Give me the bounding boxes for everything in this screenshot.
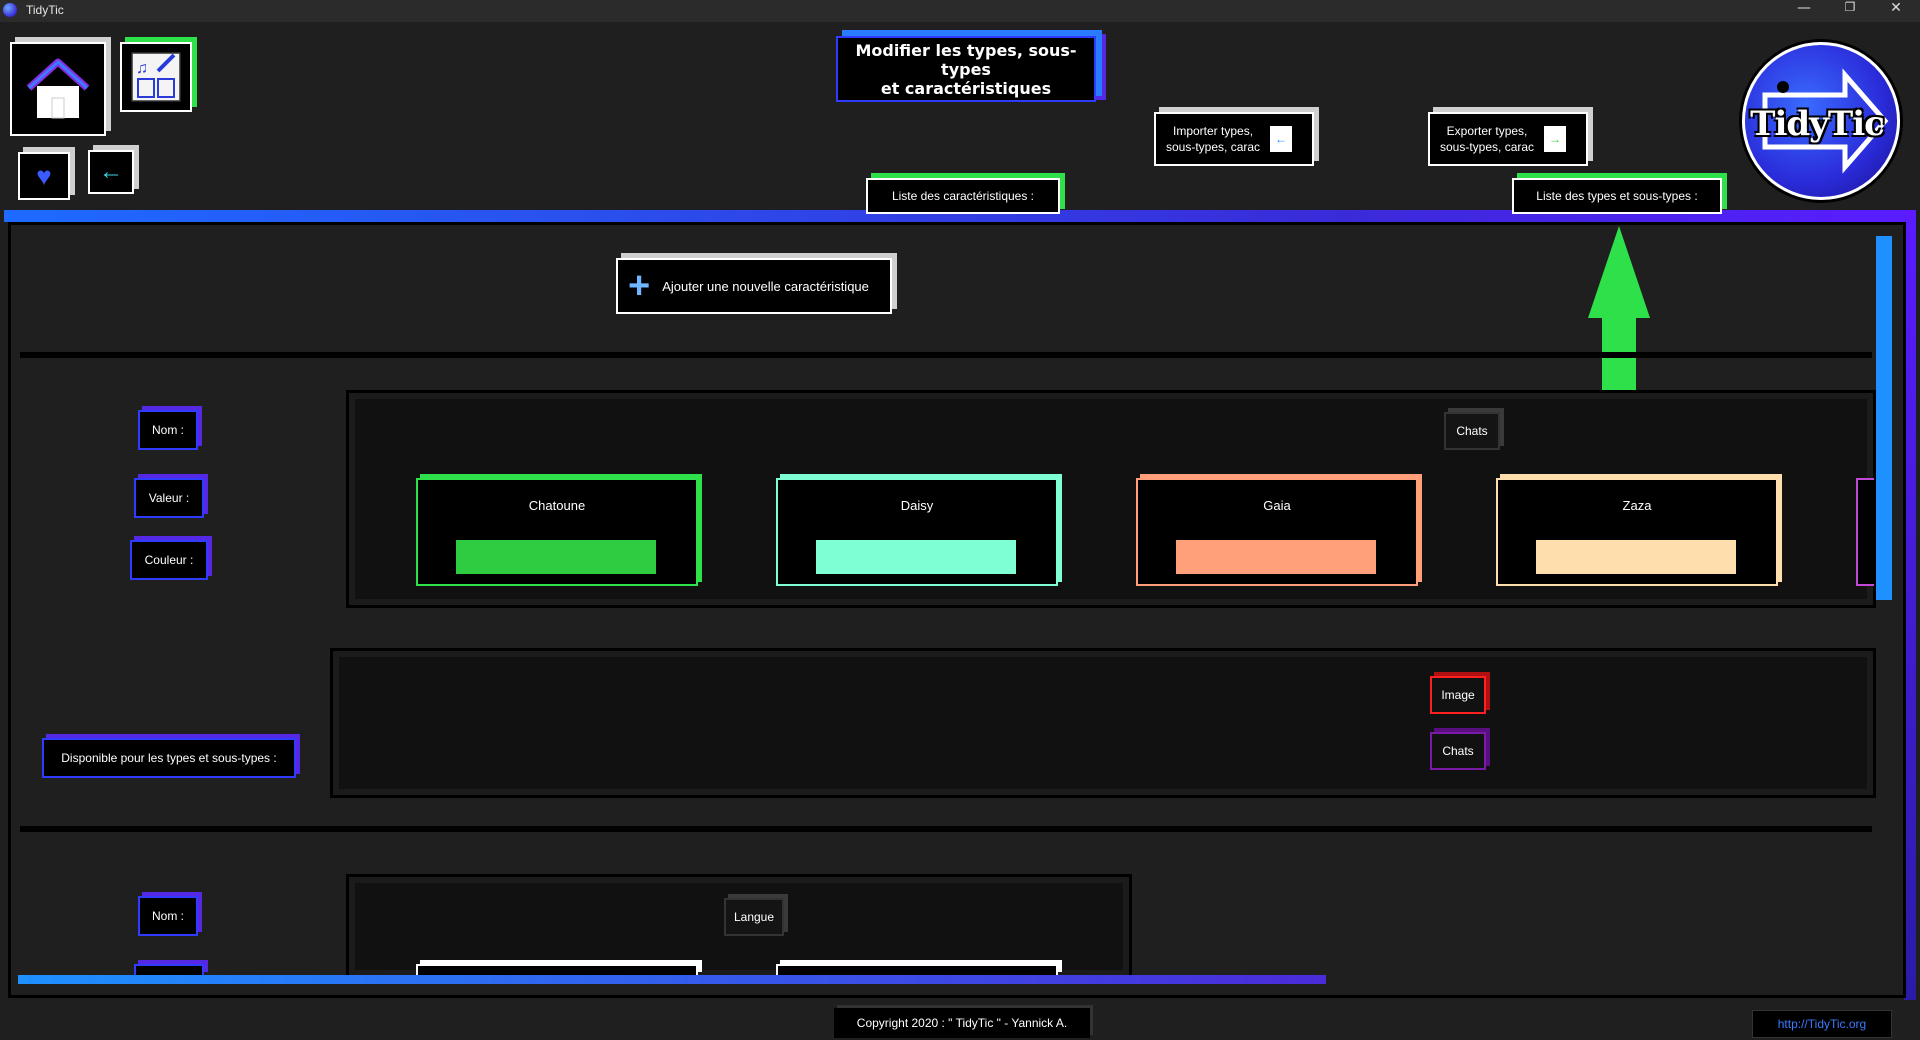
divider	[20, 826, 1872, 832]
value-color-swatch[interactable]	[1536, 540, 1736, 574]
value-card-partial[interactable]	[1856, 478, 1874, 586]
tab-types[interactable]: Liste des types et sous-types :	[1512, 178, 1722, 214]
minimize-button[interactable]: —	[1781, 0, 1827, 22]
value-name: Gaia	[1263, 498, 1291, 513]
characteristic-name[interactable]: Chats	[1444, 412, 1500, 450]
type-tag[interactable]: Image	[1430, 676, 1486, 714]
window-title: TidyTic	[26, 3, 64, 17]
close-button[interactable]: ✕	[1873, 0, 1919, 22]
restore-button[interactable]: ❐	[1827, 0, 1873, 22]
media-editor-button[interactable]: ♫	[120, 42, 192, 112]
value-card[interactable]: Gaia	[1136, 478, 1418, 586]
value-label: Valeur :	[134, 478, 204, 518]
import-label-line1: Importer types,	[1173, 124, 1254, 138]
plus-icon: +	[628, 265, 651, 307]
value-name: Chatoune	[528, 498, 586, 513]
value-card[interactable]: Zaza	[1496, 478, 1778, 586]
import-button[interactable]: Importer types, sous-types, carac ←	[1154, 112, 1314, 166]
available-types-section	[330, 648, 1876, 798]
available-for-label: Disponible pour les types et sous-types …	[42, 738, 296, 778]
value-card[interactable]: Chatoune	[416, 478, 698, 586]
website-link[interactable]: http://TidyTic.org	[1752, 1010, 1892, 1038]
export-button[interactable]: Exporter types, sous-types, carac →	[1428, 112, 1588, 166]
value-color-swatch[interactable]	[816, 540, 1016, 574]
type-tag[interactable]: Chats	[1430, 732, 1486, 770]
copyright-text: Copyright 2020 : " TidyTic " - Yannick A…	[834, 1008, 1090, 1038]
value-card[interactable]: Daisy	[776, 478, 1058, 586]
color-label: Couleur :	[130, 540, 208, 580]
window-title-bar	[0, 0, 1920, 22]
home-icon	[26, 58, 90, 119]
export-label-line2: sous-types, carac	[1440, 140, 1535, 154]
export-label-line1: Exporter types,	[1446, 124, 1528, 138]
arrow-up-icon	[1588, 226, 1650, 318]
import-file-icon: ←	[1270, 126, 1293, 152]
page-title: Modifier les types, sous-types et caract…	[836, 36, 1096, 102]
media-edit-icon: ♫	[131, 52, 181, 102]
arrow-left-icon: ←	[99, 158, 123, 185]
import-label: Importer types, sous-types, carac	[1166, 123, 1260, 155]
heart-icon: ♥	[36, 160, 52, 191]
import-label-line2: sous-types, carac	[1166, 140, 1261, 154]
divider	[20, 352, 1872, 358]
export-label: Exporter types, sous-types, carac	[1440, 123, 1534, 155]
export-file-icon: →	[1544, 126, 1567, 152]
name-label: Nom :	[138, 410, 198, 450]
add-characteristic-button[interactable]: + Ajouter une nouvelle caractéristique	[616, 258, 892, 314]
favorites-button[interactable]: ♥	[18, 152, 70, 200]
page-title-line1: Modifier les types, sous-types	[855, 40, 1077, 79]
app-icon	[3, 3, 17, 17]
back-button[interactable]: ←	[88, 150, 134, 194]
value-name: Zaza	[1622, 498, 1652, 513]
logo-text: TidyTic	[1750, 104, 1885, 144]
add-characteristic-label: Ajouter une nouvelle caractéristique	[662, 278, 869, 294]
page-title-line2: et caractéristiques	[880, 78, 1052, 98]
name-label: Nom :	[138, 896, 198, 936]
characteristic-name[interactable]: Langue	[724, 898, 784, 936]
value-name: Daisy	[900, 498, 934, 513]
vertical-scrollbar[interactable]	[1876, 236, 1892, 600]
svg-text:♫: ♫	[136, 60, 148, 77]
value-color-swatch[interactable]	[1176, 540, 1376, 574]
home-button[interactable]	[10, 42, 106, 136]
tab-caracteristiques[interactable]: Liste des caractéristiques :	[866, 178, 1060, 214]
horizontal-scrollbar[interactable]	[18, 975, 1326, 984]
value-color-swatch[interactable]	[456, 540, 656, 574]
